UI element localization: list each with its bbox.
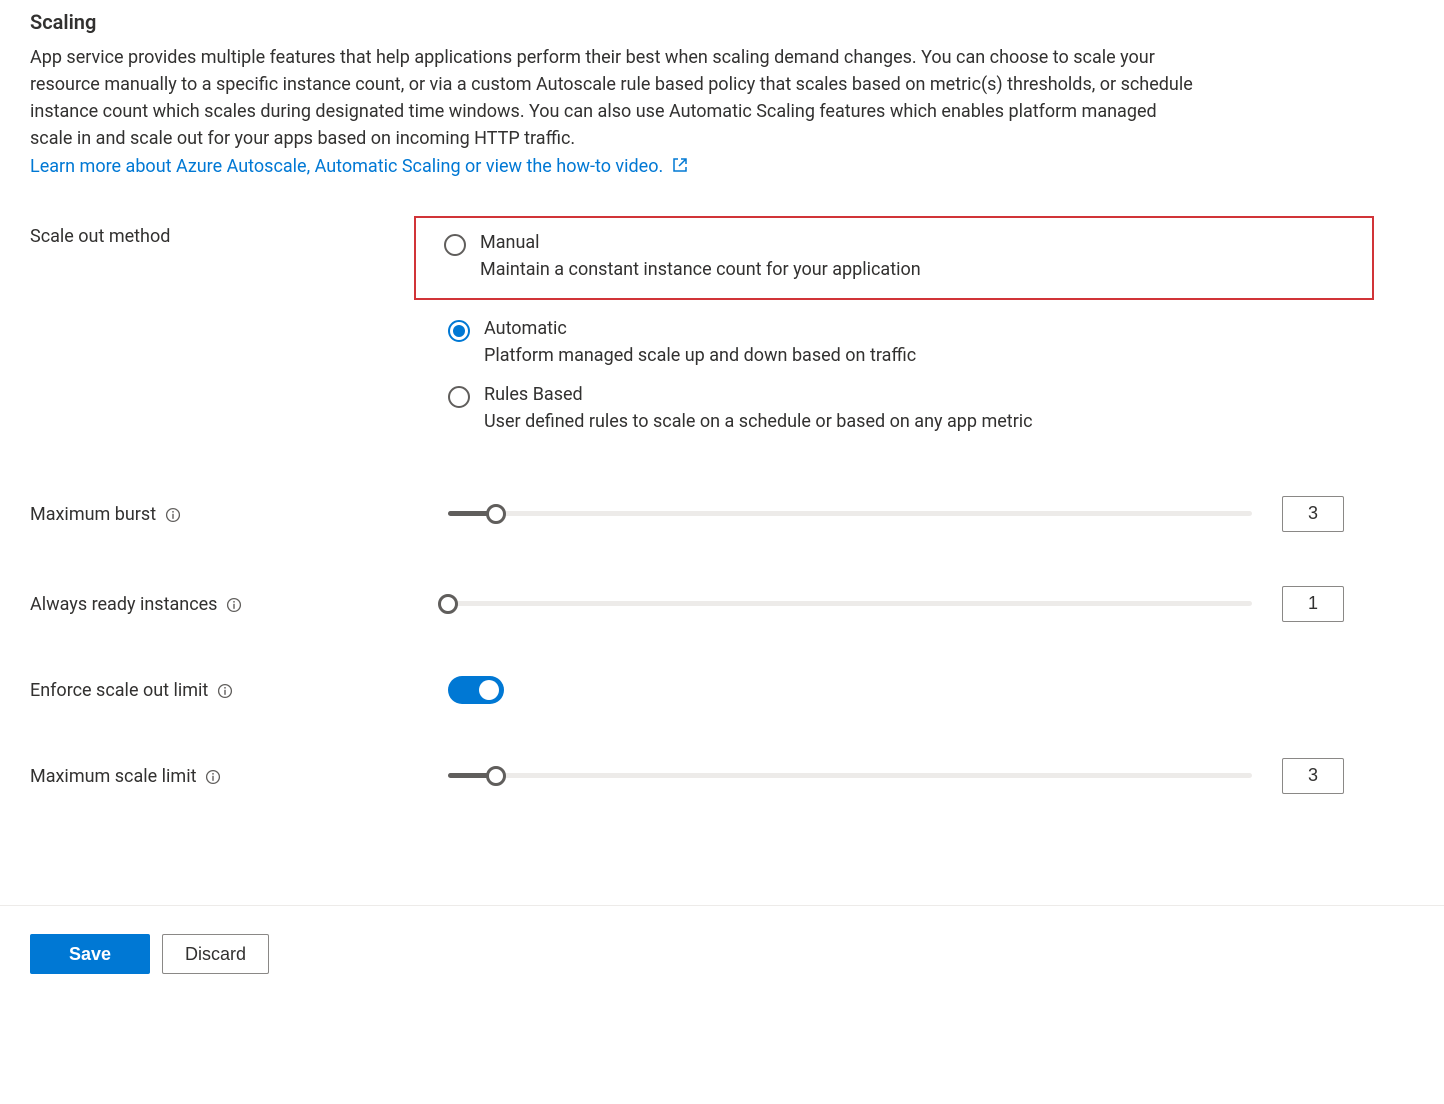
- learn-more-link-text: Learn more about Azure Autoscale, Automa…: [30, 156, 663, 177]
- info-icon[interactable]: [216, 682, 234, 700]
- radio-manual-title: Manual: [480, 232, 921, 253]
- radio-circle-automatic: [448, 320, 470, 342]
- max-scale-limit-input[interactable]: [1282, 758, 1344, 794]
- always-ready-input[interactable]: [1282, 586, 1344, 622]
- enforce-limit-label: Enforce scale out limit: [30, 680, 208, 701]
- radio-rules-title: Rules Based: [484, 384, 1033, 405]
- radio-option-manual[interactable]: Manual Maintain a constant instance coun…: [416, 228, 1372, 284]
- page-description: App service provides multiple features t…: [30, 44, 1200, 152]
- radio-manual-desc: Maintain a constant instance count for y…: [480, 259, 921, 280]
- scale-out-method-label: Scale out method: [30, 226, 170, 247]
- max-scale-limit-slider[interactable]: [448, 766, 1252, 786]
- always-ready-slider[interactable]: [448, 594, 1252, 614]
- max-scale-limit-label: Maximum scale limit: [30, 766, 196, 787]
- manual-option-highlight: Manual Maintain a constant instance coun…: [414, 216, 1374, 300]
- save-button[interactable]: Save: [30, 934, 150, 974]
- external-link-icon: [672, 157, 688, 178]
- maximum-burst-label: Maximum burst: [30, 504, 156, 525]
- always-ready-label: Always ready instances: [30, 594, 217, 615]
- radio-circle-rules: [448, 386, 470, 408]
- info-icon[interactable]: [225, 596, 243, 614]
- footer-bar: Save Discard: [0, 905, 1444, 974]
- maximum-burst-input[interactable]: [1282, 496, 1344, 532]
- radio-automatic-desc: Platform managed scale up and down based…: [484, 345, 916, 366]
- enforce-limit-toggle[interactable]: [448, 676, 504, 704]
- radio-circle-manual: [444, 234, 466, 256]
- radio-option-automatic[interactable]: Automatic Platform managed scale up and …: [420, 314, 1414, 370]
- info-icon[interactable]: [204, 768, 222, 786]
- scale-out-method-radio-group: Manual Maintain a constant instance coun…: [420, 224, 1414, 446]
- info-icon[interactable]: [164, 506, 182, 524]
- radio-option-rules[interactable]: Rules Based User defined rules to scale …: [420, 380, 1414, 436]
- page-heading: Scaling: [30, 0, 1414, 44]
- radio-automatic-title: Automatic: [484, 318, 916, 339]
- learn-more-link[interactable]: Learn more about Azure Autoscale, Automa…: [30, 156, 688, 177]
- maximum-burst-slider[interactable]: [448, 504, 1252, 524]
- radio-rules-desc: User defined rules to scale on a schedul…: [484, 411, 1033, 432]
- discard-button[interactable]: Discard: [162, 934, 269, 974]
